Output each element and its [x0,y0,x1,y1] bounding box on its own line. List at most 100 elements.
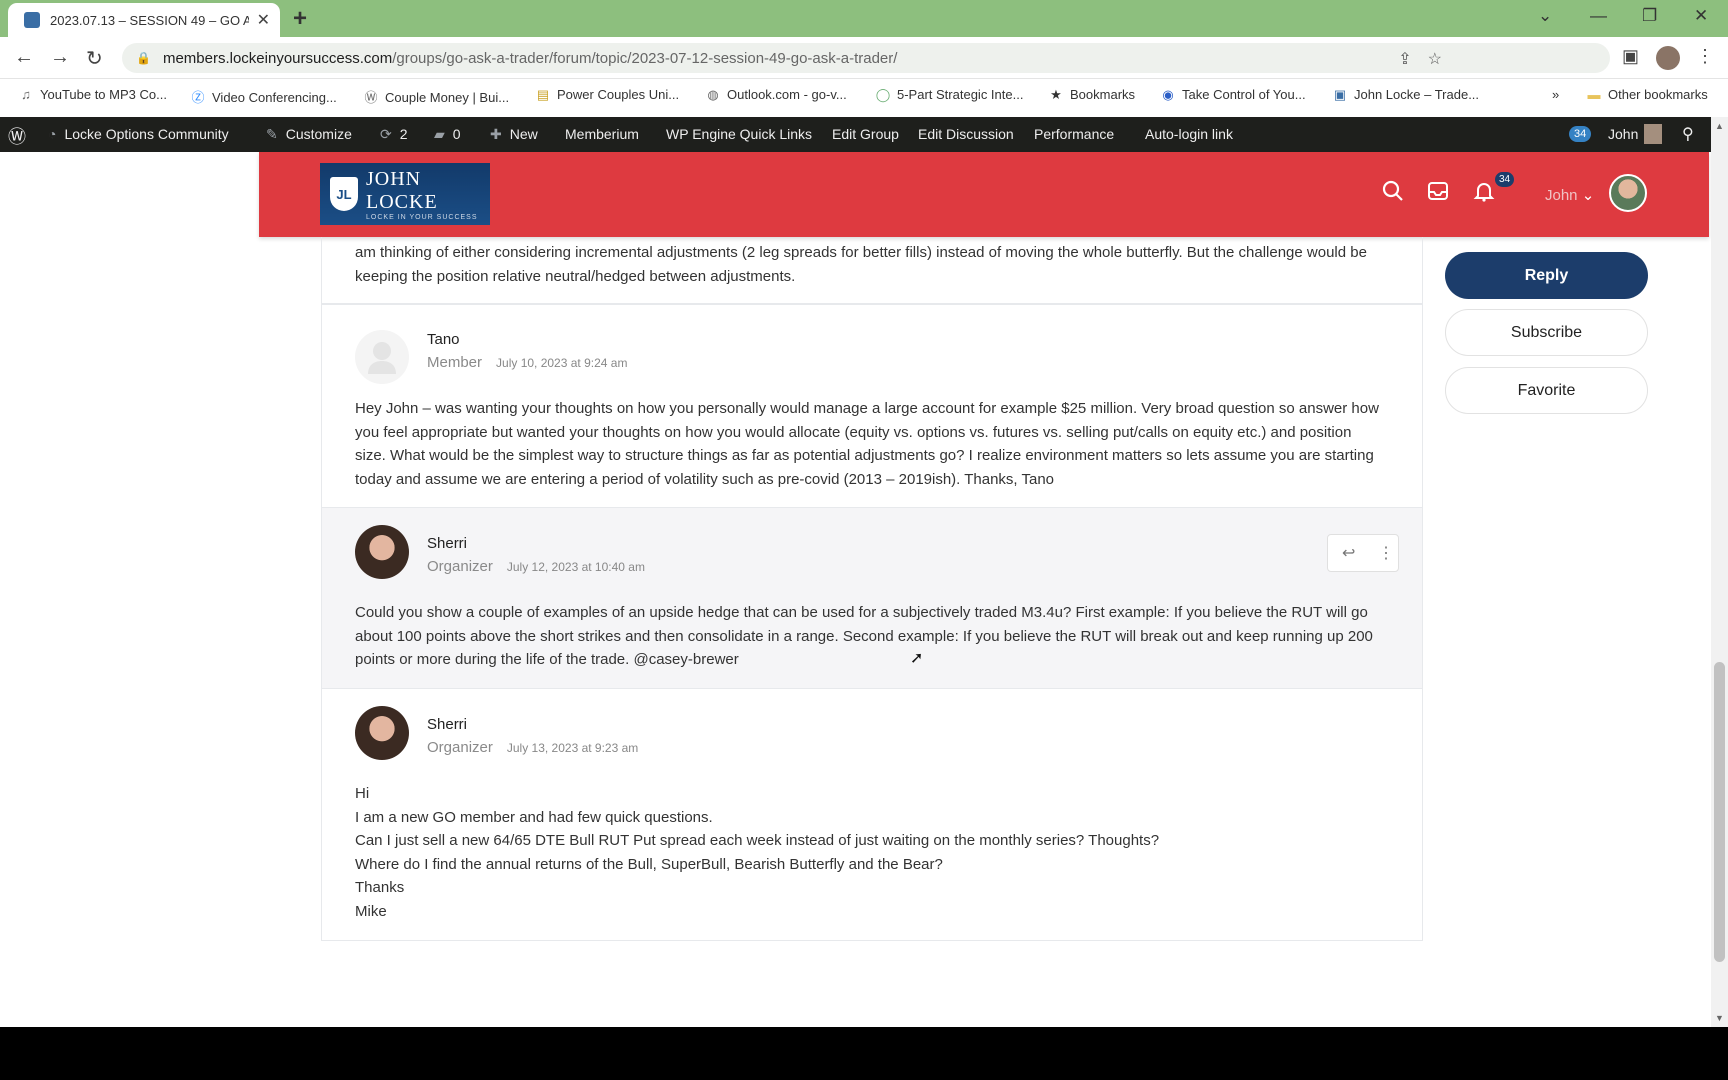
more-bookmarks-button[interactable]: » [1552,87,1559,102]
page-scrollbar[interactable]: ▲ ▼ [1711,117,1728,1027]
folder-icon: ▬ [1587,87,1601,102]
site-logo[interactable]: JL JOHN LOCKE LOCKE IN YOUR SUCCESS [320,163,490,225]
reply-text-line: Thanks [355,879,405,896]
author-role: Member [427,354,483,371]
admin-autologin-link[interactable]: Auto-login link [1145,126,1233,142]
brush-icon: ✎ [266,126,278,142]
header-user-menu[interactable]: John ⌄ [1545,186,1594,204]
admin-edit-discussion-link[interactable]: Edit Discussion [918,126,1014,142]
reply-text-line: you feel appropriate but wanted your tho… [355,423,1352,441]
bookmark-item[interactable]: Ⓩ Video Conferencing... [190,87,336,106]
reply-text-line: Hi [355,785,370,802]
reply-actions: ↩ ⋮ [1327,534,1399,572]
window-close-icon[interactable]: ✕ [1694,6,1708,26]
reply-content: Could you show a couple of examples of a… [355,601,1392,672]
browser-tab[interactable]: 2023.07.13 – SESSION 49 – GO A ✕ [8,3,280,37]
back-icon[interactable]: ← [14,46,34,69]
author-name[interactable]: Sherri [427,716,467,733]
bookmark-item[interactable]: ★ Bookmarks [1048,87,1135,103]
reply-text-line: am thinking of either considering increm… [355,244,1367,261]
globe-icon: ◍ [707,87,719,102]
admin-site-link[interactable]: ◔ Locke Options Community [48,126,229,142]
zoom-icon: Ⓩ [191,90,205,105]
default-avatar-icon[interactable] [355,330,409,384]
author-meta: Organizer July 13, 2023 at 9:23 am [427,739,638,756]
reply-button[interactable]: Reply [1445,252,1648,299]
new-tab-icon[interactable]: + [293,5,307,33]
share-bookmark-icons[interactable]: ⇪☆ [1398,49,1458,69]
forum-reply: am thinking of either considering increm… [321,237,1423,304]
forward-icon[interactable]: → [50,46,70,69]
close-tab-icon[interactable]: ✕ [257,10,270,30]
bookmark-item[interactable]: Ⓦ Couple Money | Bui... [363,87,509,106]
more-options-icon[interactable]: ⋮ [1378,543,1394,563]
reply-text-line: about 100 points above the short strikes… [355,627,1373,645]
site-header: JL JOHN LOCKE LOCKE IN YOUR SUCCESS 34 J… [259,152,1709,237]
admin-search-icon[interactable]: ⚲ [1682,124,1694,144]
author-avatar[interactable] [355,706,409,760]
forum-reply: Sherri Organizer July 13, 2023 at 9:23 am… [321,689,1423,941]
admin-user-link[interactable]: John [1608,126,1638,142]
profile-avatar[interactable] [1656,46,1680,70]
comment-icon: ▰ [434,126,445,142]
admin-updates-link[interactable]: ⟳ 2 [380,126,408,143]
lock-logo-icon: JL [330,177,359,211]
mouse-cursor-icon: ➚ [910,650,924,667]
subscribe-button[interactable]: Subscribe [1445,309,1648,356]
lock-icon: ▣ [1333,87,1347,102]
screen-bottom-band [0,1027,1728,1080]
wp-admin-bar: Ⓦ ◔ Locke Options Community ✎ Customize ⟳ 2… [0,117,1728,152]
reply-arrow-icon[interactable]: ↩ [1342,543,1355,563]
page-icon: ▤ [536,87,550,102]
bookmark-item[interactable]: ▤ Power Couples Uni... [535,87,679,103]
reply-text-line: Mike [355,902,387,920]
music-note-icon: ♫ [21,87,31,102]
admin-customize-link[interactable]: ✎ Customize [266,126,352,143]
header-avatar[interactable] [1609,174,1647,212]
reply-date[interactable]: July 12, 2023 at 10:40 am [507,560,645,574]
bookmark-item[interactable]: ▣ John Locke – Trade... [1332,87,1479,103]
admin-edit-group-link[interactable]: Edit Group [832,126,899,142]
admin-new-link[interactable]: ✚ New [490,126,538,143]
scrollbar-thumb[interactable] [1714,662,1725,962]
menu-icon[interactable]: ⋮ [1696,46,1714,67]
bell-icon[interactable] [1473,180,1495,208]
wordpress-icon: Ⓦ [364,90,378,105]
side-panel-icon[interactable]: ▣ [1622,46,1639,67]
author-avatar[interactable] [355,525,409,579]
tab-title: 2023.07.13 – SESSION 49 – GO A [50,12,249,28]
admin-avatar[interactable] [1644,124,1662,144]
minimize-icon[interactable]: — [1590,6,1607,26]
restore-icon[interactable]: ❐ [1642,6,1657,26]
reply-content: Hi I am a new GO member and had few quic… [355,782,1392,923]
reply-date[interactable]: July 10, 2023 at 9:24 am [496,356,627,370]
author-name[interactable]: Sherri [427,535,467,552]
reload-icon[interactable]: ↻ [86,46,103,71]
reply-date[interactable]: July 13, 2023 at 9:23 am [507,741,638,755]
bookmark-item[interactable]: ◍ Outlook.com - go-v... [705,87,846,103]
logo-tagline: LOCKE IN YOUR SUCCESS [366,213,478,221]
favorite-button[interactable]: Favorite [1445,367,1648,414]
address-bar[interactable]: 🔒 members.lockeinyoursuccess.com /groups… [122,43,1610,73]
notification-badge: 34 [1495,172,1515,187]
admin-wpengine-link[interactable]: WP Engine Quick Links [666,126,812,142]
bookmark-item[interactable]: ◉ Take Control of You... [1160,87,1305,103]
admin-performance-link[interactable]: Performance [1034,126,1114,142]
wordpress-logo-icon[interactable]: Ⓦ [8,123,26,149]
bookmark-item[interactable]: ◯ 5-Part Strategic Inte... [875,87,1024,103]
other-bookmarks[interactable]: ▬ Other bookmarks [1586,87,1708,102]
tab-search-icon[interactable]: ⌄ [1538,6,1552,26]
reply-content: am thinking of either considering increm… [355,241,1392,288]
admin-comments-link[interactable]: ▰ 0 [434,126,461,143]
bookmark-item[interactable]: ♫ YouTube to MP3 Co... [18,87,167,102]
scroll-down-icon[interactable]: ▼ [1715,1013,1724,1023]
admin-memberium-link[interactable]: Memberium [565,126,639,142]
search-icon[interactable] [1382,180,1404,208]
author-name[interactable]: Tano [427,331,460,348]
scroll-up-icon[interactable]: ▲ [1715,121,1724,131]
reply-text-line: Could you show a couple of examples of a… [355,604,1368,621]
inbox-icon[interactable] [1427,180,1449,208]
admin-notification-badge[interactable]: 34 [1569,126,1592,142]
reply-text-line: points or more during the life of the tr… [355,651,739,668]
reply-content: Hey John – was wanting your thoughts on … [355,397,1392,491]
